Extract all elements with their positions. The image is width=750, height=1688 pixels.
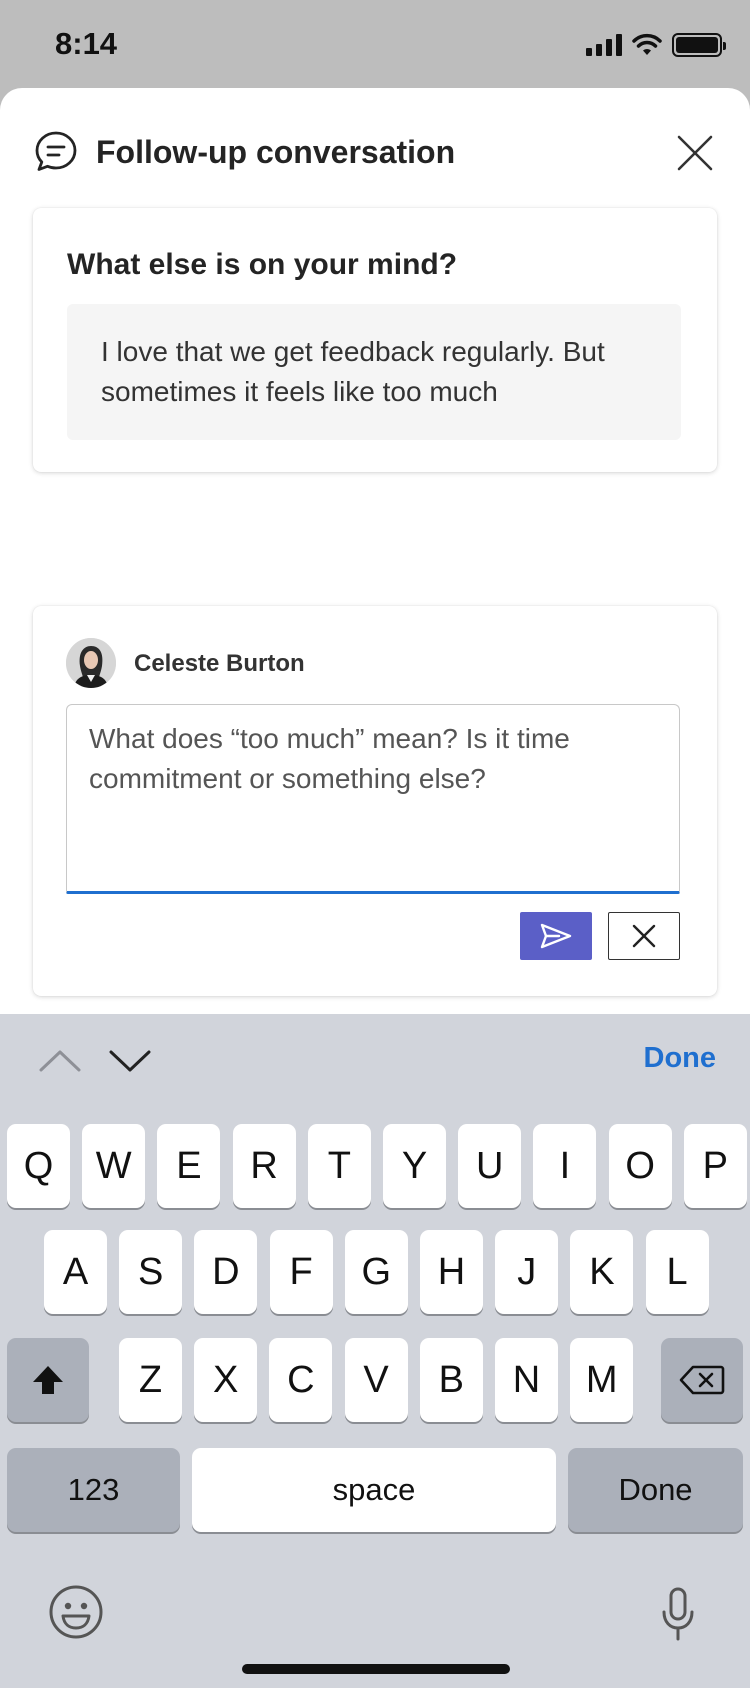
- key-g[interactable]: G: [344, 1230, 408, 1314]
- battery-icon: [672, 33, 726, 57]
- send-icon: [540, 923, 572, 949]
- reply-card: Celeste Burton: [33, 606, 717, 996]
- key-k[interactable]: K: [570, 1230, 634, 1314]
- key-m[interactable]: M: [570, 1338, 634, 1422]
- done-key[interactable]: Done: [568, 1448, 743, 1532]
- key-d[interactable]: D: [194, 1230, 258, 1314]
- chevron-up-icon[interactable]: [36, 1044, 84, 1078]
- question-card: What else is on your mind? I love that w…: [33, 208, 717, 472]
- status-time: 8:14: [55, 26, 118, 61]
- key-b[interactable]: B: [419, 1338, 483, 1422]
- key-e[interactable]: E: [157, 1124, 221, 1208]
- sheet-header: Follow-up conversation: [0, 88, 750, 198]
- shift-icon: [33, 1366, 63, 1394]
- key-i[interactable]: I: [533, 1124, 597, 1208]
- keyboard-toolbar: Done: [0, 1014, 750, 1106]
- key-u[interactable]: U: [458, 1124, 522, 1208]
- send-button[interactable]: [520, 912, 592, 960]
- reply-input[interactable]: [66, 704, 680, 894]
- key-r[interactable]: R: [232, 1124, 296, 1208]
- cancel-button[interactable]: [608, 912, 680, 960]
- avatar: [66, 638, 116, 688]
- key-j[interactable]: J: [495, 1230, 559, 1314]
- key-x[interactable]: X: [194, 1338, 258, 1422]
- toolbar-done-button[interactable]: Done: [644, 1042, 717, 1075]
- keyboard: Done QWERTYUIOP ASDFGHJKL ZXCVBNM 123 sp…: [0, 1014, 750, 1688]
- status-icons: [586, 30, 726, 60]
- key-p[interactable]: P: [683, 1124, 747, 1208]
- person-avatar-icon: [66, 638, 116, 688]
- close-icon[interactable]: [672, 130, 718, 176]
- backspace-icon: [679, 1365, 725, 1395]
- key-a[interactable]: A: [44, 1230, 107, 1314]
- key-c[interactable]: C: [269, 1338, 333, 1422]
- key-l[interactable]: L: [645, 1230, 709, 1314]
- key-v[interactable]: V: [344, 1338, 408, 1422]
- wifi-icon: [632, 33, 662, 55]
- answer-text: I love that we get feedback regularly. B…: [67, 304, 681, 440]
- key-n[interactable]: N: [495, 1338, 558, 1422]
- sheet-title: Follow-up conversation: [96, 134, 456, 170]
- key-s[interactable]: S: [119, 1230, 183, 1314]
- shift-key[interactable]: [7, 1338, 89, 1422]
- key-y[interactable]: Y: [383, 1124, 446, 1208]
- space-key[interactable]: space: [192, 1448, 556, 1532]
- cellular-signal-icon: [586, 34, 622, 56]
- home-indicator: [242, 1664, 510, 1674]
- key-h[interactable]: H: [420, 1230, 483, 1314]
- chevron-down-icon[interactable]: [106, 1044, 154, 1078]
- author-name: Celeste Burton: [134, 650, 305, 677]
- chat-bubble-icon: [35, 131, 77, 171]
- question-heading: What else is on your mind?: [67, 248, 458, 281]
- key-q[interactable]: Q: [7, 1124, 70, 1208]
- key-w[interactable]: W: [82, 1124, 146, 1208]
- close-icon: [632, 924, 656, 948]
- key-z[interactable]: Z: [119, 1338, 182, 1422]
- key-f[interactable]: F: [269, 1230, 333, 1314]
- key-t[interactable]: T: [307, 1124, 371, 1208]
- status-bar: 8:14: [0, 0, 750, 88]
- backspace-key[interactable]: [661, 1338, 743, 1422]
- numbers-key[interactable]: 123: [7, 1448, 180, 1532]
- key-o[interactable]: O: [608, 1124, 672, 1208]
- microphone-icon[interactable]: [660, 1586, 696, 1642]
- emoji-icon[interactable]: [48, 1584, 104, 1640]
